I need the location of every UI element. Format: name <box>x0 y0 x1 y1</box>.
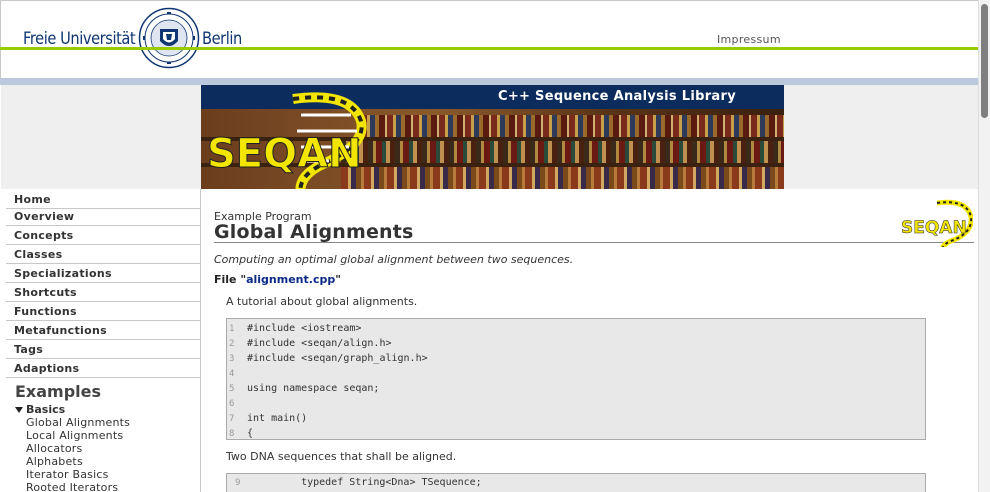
example-alphabets[interactable]: Alphabets <box>26 455 83 468</box>
header-blue-band <box>0 78 978 85</box>
fu-logo-text-right[interactable]: Berlin <box>202 29 242 49</box>
page-title: Global Alignments <box>214 221 414 243</box>
code-block-2: 9 typedef String<Dna> TSequence; <box>226 473 926 492</box>
basics-group[interactable]: Basics <box>15 403 65 416</box>
seqan-logo-icon[interactable]: SEQAN <box>201 85 381 189</box>
backdrop-left <box>1 85 201 189</box>
sidebar-item-metafunctions[interactable]: Metafunctions <box>6 321 200 340</box>
sidebar-item-classes[interactable]: Classes <box>6 245 200 264</box>
impressum-link[interactable]: Impressum <box>717 33 781 46</box>
example-iterator-basics[interactable]: Iterator Basics <box>26 468 109 481</box>
main-content: Example Program Global Alignments SEQAN … <box>201 189 978 492</box>
seqan-small-logo-icon: SEQAN <box>901 199 973 247</box>
example-rooted-iterators[interactable]: Rooted Iterators <box>26 481 118 492</box>
sidebar-item-adaptions[interactable]: Adaptions <box>6 359 200 378</box>
code-text: { <box>247 428 254 439</box>
code-text: #include <seqan/align.h> <box>247 338 392 349</box>
code-line: 6 <box>227 396 925 411</box>
line-number: 6 <box>229 399 235 409</box>
code-line: 4 <box>227 366 925 381</box>
backdrop-right <box>784 85 978 189</box>
line-number: 7 <box>229 414 235 424</box>
example-global-alignments[interactable]: Global Alignments <box>26 416 130 429</box>
site-header: Freie Universität Berlin Impressum <box>0 0 978 84</box>
code-line: 7 int main() <box>227 411 925 426</box>
sidebar-item-overview[interactable]: Overview <box>6 207 200 226</box>
code-text: typedef String<Dna> TSequence; <box>277 477 482 488</box>
dna-description: Two DNA sequences that shall be aligned. <box>226 450 457 463</box>
title-divider <box>214 242 974 243</box>
example-allocators[interactable]: Allocators <box>26 442 82 455</box>
scrollbar-thumb[interactable] <box>981 4 988 118</box>
page-description: Computing an optimal global alignment be… <box>214 253 574 266</box>
file-suffix: " <box>335 273 341 286</box>
sidebar-item-shortcuts[interactable]: Shortcuts <box>6 283 200 302</box>
sidebar-item-concepts[interactable]: Concepts <box>6 226 200 245</box>
file-prefix: File " <box>214 273 247 286</box>
sidebar: Home Overview Concepts Classes Specializ… <box>1 189 201 492</box>
code-text: #include <iostream> <box>247 323 362 334</box>
line-number: 1 <box>229 324 235 334</box>
code-text: int main() <box>247 413 308 424</box>
code-line: 5 using namespace seqan; <box>227 381 925 396</box>
seqan-logo-text: SEQAN <box>207 131 362 177</box>
file-line: File "alignment.cpp" <box>214 273 341 286</box>
triangle-down-icon[interactable] <box>15 407 23 413</box>
line-number: 4 <box>229 369 235 379</box>
vertical-scrollbar[interactable] <box>978 0 990 492</box>
basics-label: Basics <box>26 403 66 416</box>
code-line: 2 #include <seqan/align.h> <box>227 336 925 351</box>
seqan-small-logo-text: SEQAN <box>901 218 967 238</box>
line-number: 8 <box>229 429 235 439</box>
tutorial-text: A tutorial about global alignments. <box>226 295 418 308</box>
code-line: 3 #include <seqan/graph_align.h> <box>227 351 925 366</box>
sidebar-item-specializations[interactable]: Specializations <box>6 264 200 283</box>
example-local-alignments[interactable]: Local Alignments <box>26 429 123 442</box>
seqan-banner: C++ Sequence Analysis Library SEQAN <box>201 85 784 189</box>
header-accent-line <box>0 47 978 50</box>
fu-logo-text-left[interactable]: Freie Universität <box>23 29 136 49</box>
line-number: 2 <box>229 339 235 349</box>
examples-heading[interactable]: Examples <box>15 382 101 401</box>
fu-seal-icon[interactable] <box>138 7 200 69</box>
file-link[interactable]: alignment.cpp <box>246 273 335 286</box>
line-number: 9 <box>235 478 241 488</box>
line-number: 3 <box>229 354 235 364</box>
line-number: 5 <box>229 384 235 394</box>
code-line: 1 #include <iostream> <box>227 321 925 336</box>
code-line: 8{ <box>227 426 925 441</box>
code-text: using namespace seqan; <box>247 383 380 394</box>
sidebar-item-functions[interactable]: Functions <box>6 302 200 321</box>
code-line: 9 typedef String<Dna> TSequence; <box>227 475 925 490</box>
sidebar-item-tags[interactable]: Tags <box>6 340 200 359</box>
code-block: 1 #include <iostream> 2 #include <seqan/al… <box>226 318 926 440</box>
code-text: #include <seqan/graph_align.h> <box>247 353 428 364</box>
